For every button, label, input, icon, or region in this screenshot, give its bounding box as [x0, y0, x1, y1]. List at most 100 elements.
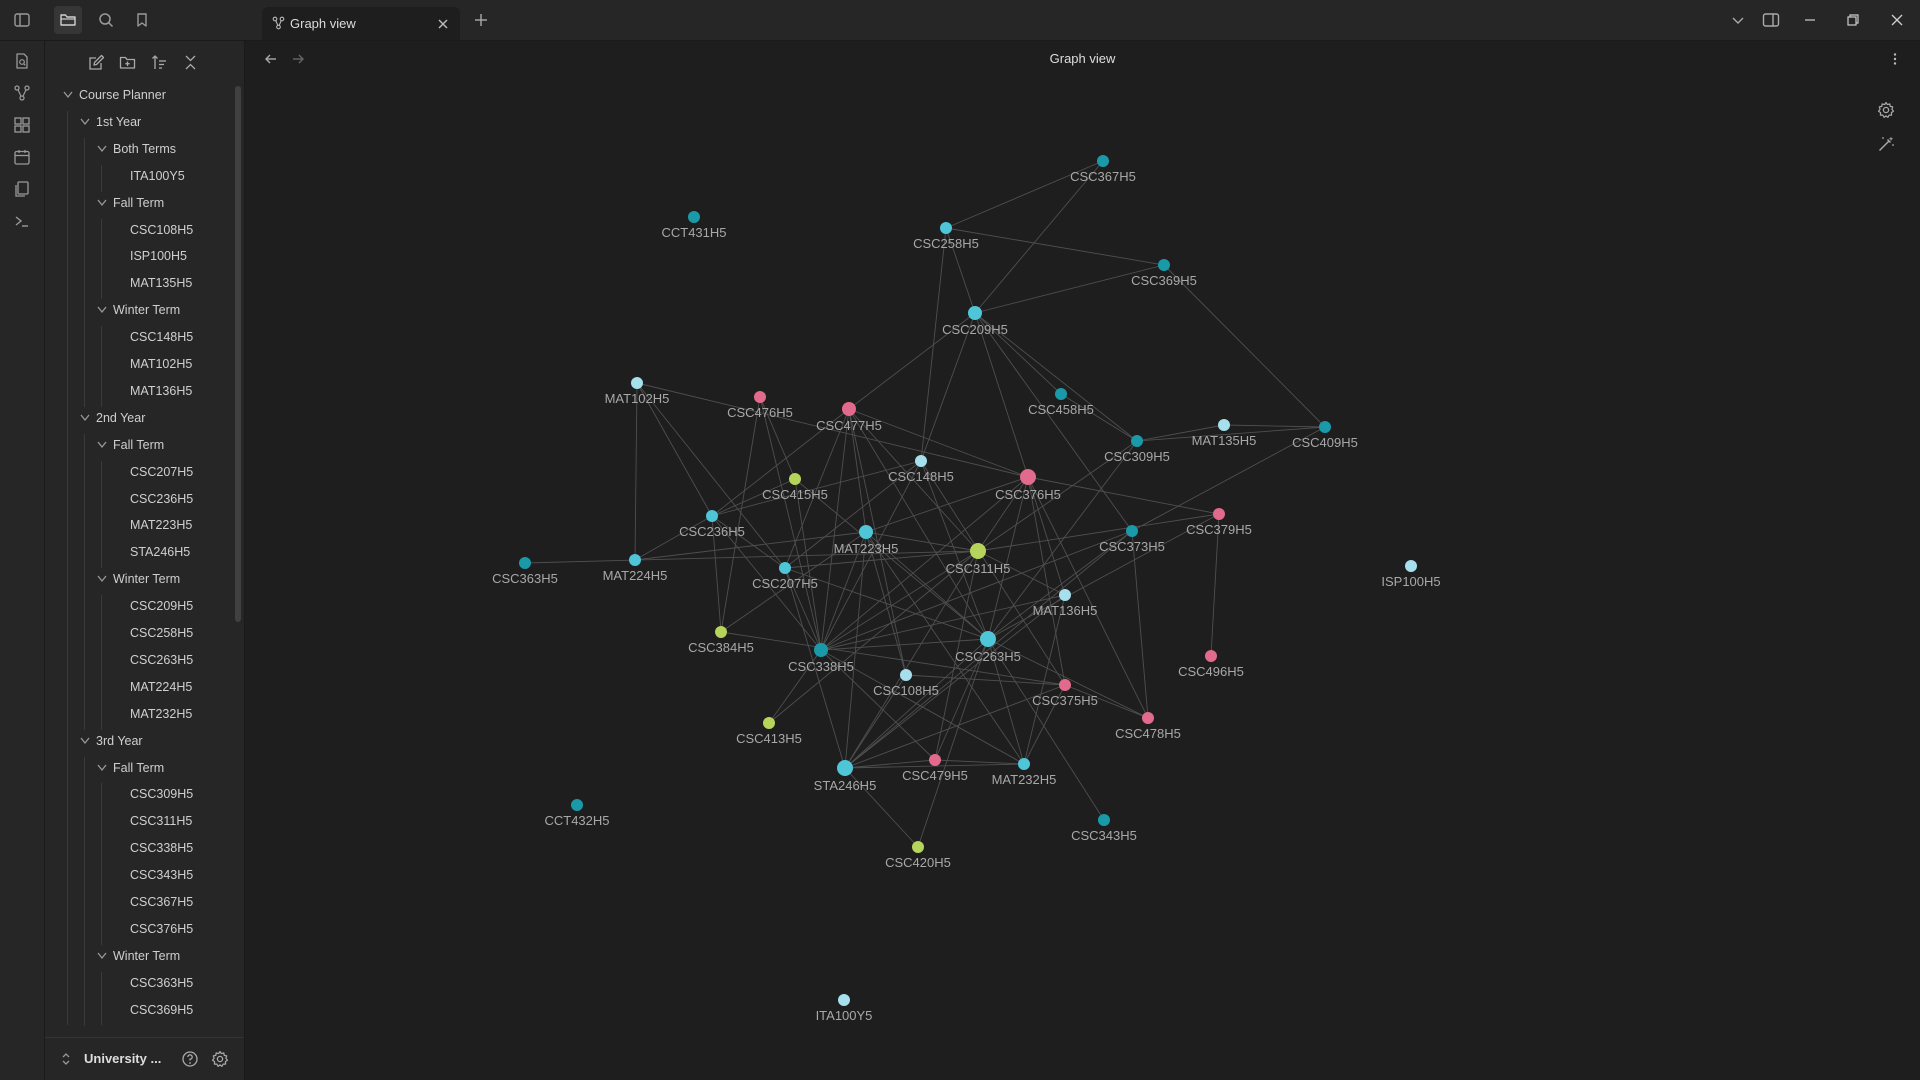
templates-icon[interactable] — [8, 175, 36, 203]
graph-node-dot[interactable] — [1097, 155, 1109, 167]
chevron-down-icon[interactable] — [63, 91, 73, 99]
tree-folder[interactable]: Winter Term — [97, 568, 180, 590]
tree-folder[interactable]: Fall Term — [97, 757, 164, 779]
tree-file[interactable]: CSC148H5 — [130, 326, 193, 348]
more-options-icon[interactable] — [1885, 49, 1905, 69]
tree-folder[interactable]: Fall Term — [97, 192, 164, 214]
new-folder-icon[interactable] — [114, 49, 140, 75]
tree-file[interactable]: CSC338H5 — [130, 837, 193, 859]
graph-node-dot[interactable] — [980, 631, 996, 647]
vault-switcher-chevrons-icon[interactable] — [61, 1051, 71, 1067]
graph-settings-gear-icon[interactable] — [1874, 98, 1898, 122]
window-close-icon[interactable] — [1884, 8, 1910, 32]
chevron-down-icon[interactable] — [97, 441, 107, 449]
tree-file[interactable]: CSC311H5 — [130, 810, 192, 832]
tree-folder[interactable]: 1st Year — [80, 111, 141, 133]
chevron-down-icon[interactable] — [97, 306, 107, 314]
graph-node-dot[interactable] — [1405, 560, 1417, 572]
graph-node[interactable]: MAT135H5 — [1192, 419, 1257, 448]
chevron-down-icon[interactable] — [80, 118, 90, 126]
tree-file[interactable]: MAT223H5 — [130, 514, 192, 536]
graph-node-dot[interactable] — [1131, 435, 1143, 447]
tree-file[interactable]: CSC209H5 — [130, 595, 193, 617]
tree-file[interactable]: CSC376H5 — [130, 918, 193, 940]
graph-node[interactable]: CSC409H5 — [1292, 421, 1358, 450]
tree-folder[interactable]: Fall Term — [97, 434, 164, 456]
graph-node[interactable]: CSC258H5 — [913, 222, 979, 251]
graph-node-dot[interactable] — [688, 211, 700, 223]
graph-node-dot[interactable] — [706, 510, 718, 522]
help-icon[interactable] — [181, 1050, 199, 1068]
graph-node-dot[interactable] — [929, 754, 941, 766]
graph-node[interactable]: CSC379H5 — [1186, 508, 1252, 537]
new-tab-plus-icon[interactable] — [470, 9, 492, 31]
graph-node[interactable]: CSC263H5 — [955, 631, 1021, 664]
open-quick-switcher-icon[interactable] — [8, 47, 36, 75]
graph-node[interactable]: CSC413H5 — [736, 717, 802, 746]
graph-node-dot[interactable] — [968, 306, 982, 320]
tree-file[interactable]: MAT224H5 — [130, 676, 192, 698]
graph-node-dot[interactable] — [1098, 814, 1110, 826]
graph-node-dot[interactable] — [970, 543, 986, 559]
graph-node[interactable]: CSC373H5 — [1099, 525, 1165, 554]
tree-file[interactable]: CSC207H5 — [130, 461, 193, 483]
graph-node[interactable]: CSC338H5 — [788, 643, 854, 674]
chevron-down-icon[interactable] — [97, 145, 107, 153]
tree-folder[interactable]: Course Planner — [63, 84, 166, 106]
graph-node-dot[interactable] — [519, 557, 531, 569]
new-note-icon[interactable] — [83, 49, 109, 75]
graph-node[interactable]: CSC415H5 — [762, 473, 828, 502]
graph-node-dot[interactable] — [1218, 419, 1230, 431]
graph-node-dot[interactable] — [629, 554, 641, 566]
tree-file[interactable]: CSC258H5 — [130, 622, 193, 644]
tree-file[interactable]: CSC367H5 — [130, 891, 193, 913]
tree-file[interactable]: MAT102H5 — [130, 353, 192, 375]
graph-node[interactable]: CSC479H5 — [902, 754, 968, 783]
graph-node[interactable]: ITA100Y5 — [816, 994, 873, 1023]
tree-file[interactable]: CSC108H5 — [130, 219, 193, 241]
graph-node-dot[interactable] — [1205, 650, 1217, 662]
graph-node-dot[interactable] — [912, 841, 924, 853]
command-palette-icon[interactable] — [8, 207, 36, 235]
graph-node-dot[interactable] — [1059, 589, 1071, 601]
graph-node[interactable]: CSC108H5 — [873, 669, 939, 698]
graph-node-dot[interactable] — [789, 473, 801, 485]
graph-node-dot[interactable] — [779, 562, 791, 574]
chevron-down-icon[interactable] — [97, 575, 107, 583]
graph-node[interactable]: CSC476H5 — [727, 391, 793, 420]
graph-node[interactable]: MAT224H5 — [603, 554, 668, 583]
graph-node-dot[interactable] — [571, 799, 583, 811]
graph-node-dot[interactable] — [1059, 679, 1071, 691]
graph-node-dot[interactable] — [1213, 508, 1225, 520]
graph-node[interactable]: CSC478H5 — [1115, 712, 1181, 741]
graph-node-dot[interactable] — [940, 222, 952, 234]
graph-node-dot[interactable] — [754, 391, 766, 403]
graph-view-icon[interactable] — [8, 79, 36, 107]
graph-node[interactable]: CSC236H5 — [679, 510, 745, 539]
animate-magic-wand-icon[interactable] — [1874, 132, 1898, 156]
graph-node-dot[interactable] — [1319, 421, 1331, 433]
tree-file[interactable]: CSC363H5 — [130, 972, 193, 994]
graph-node[interactable]: MAT102H5 — [605, 377, 670, 406]
graph-node-dot[interactable] — [715, 626, 727, 638]
graph-node[interactable]: CSC376H5 — [995, 469, 1061, 502]
sort-order-icon[interactable] — [146, 49, 172, 75]
graph-node-dot[interactable] — [1055, 388, 1067, 400]
graph-node[interactable]: CSC496H5 — [1178, 650, 1244, 679]
graph-node-dot[interactable] — [842, 402, 856, 416]
graph-node-dot[interactable] — [1018, 758, 1030, 770]
settings-gear-icon[interactable] — [211, 1050, 229, 1068]
graph-node[interactable]: CCT432H5 — [544, 799, 610, 828]
graph-node[interactable]: CSC369H5 — [1131, 259, 1197, 288]
restore-icon[interactable] — [1840, 8, 1866, 32]
tree-folder[interactable]: Winter Term — [97, 945, 180, 967]
canvas-icon[interactable] — [8, 111, 36, 139]
graph-canvas[interactable]: CSC367H5 CCT431H5 CSC258H5 CSC369H5 CSC209H5… — [245, 41, 1920, 1080]
sidebar-scrollbar[interactable] — [235, 86, 241, 622]
graph-node[interactable]: ISP100H5 — [1381, 560, 1441, 589]
graph-node-dot[interactable] — [631, 377, 643, 389]
tree-file[interactable]: CSC309H5 — [130, 783, 193, 805]
graph-node-dot[interactable] — [859, 525, 873, 539]
tree-file[interactable]: STA246H5 — [130, 541, 190, 563]
tab-graph-view[interactable]: Graph view — [262, 7, 460, 40]
